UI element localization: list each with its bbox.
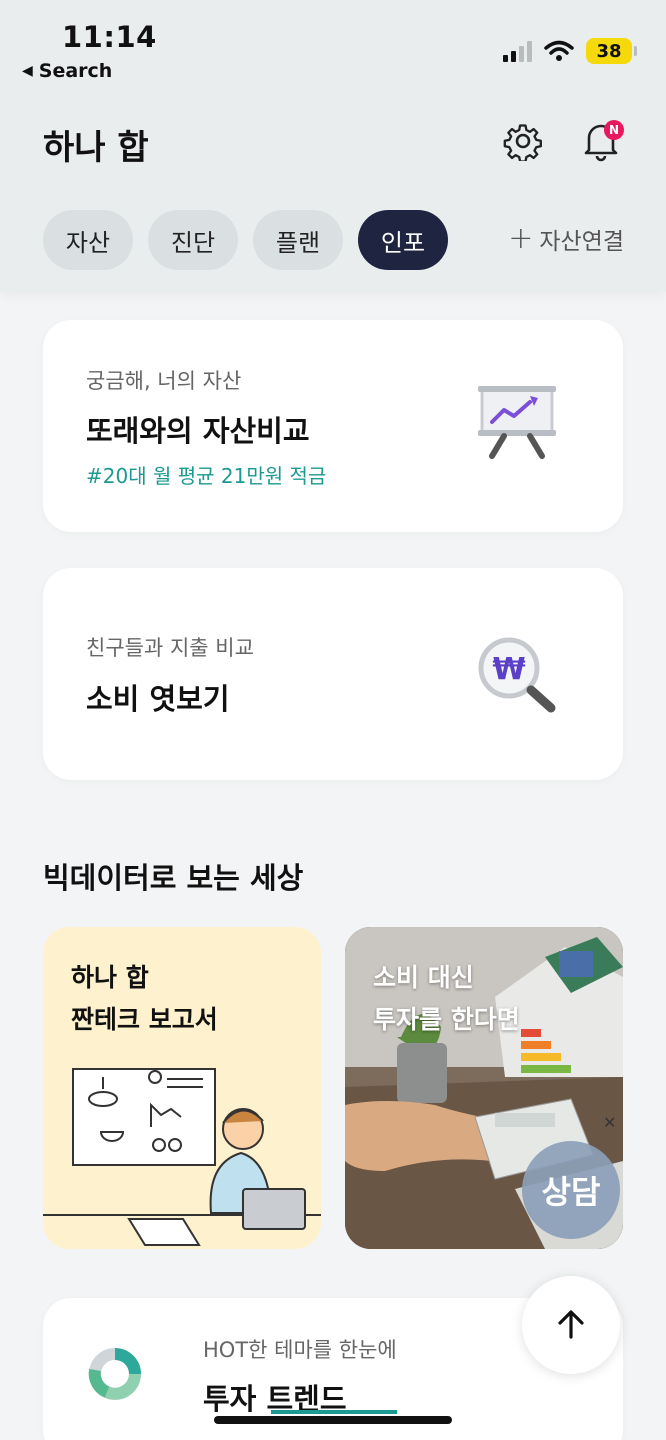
back-to-search[interactable]: ◀ Search xyxy=(22,60,112,82)
tile-line-1: 소비 대신 xyxy=(373,963,474,992)
title-underline xyxy=(271,1410,397,1414)
report-illustration xyxy=(43,1068,321,1246)
svg-text:₩: ₩ xyxy=(492,652,525,687)
tile-line-2: 투자를 한다면 xyxy=(373,1005,520,1034)
app-title: 하나 합 xyxy=(43,128,149,168)
presentation-board-icon xyxy=(478,386,556,459)
spending-peek-card[interactable]: 친구들과 지출 비교 소비 엿보기 ₩ xyxy=(43,568,623,780)
card-title: 소비 엿보기 xyxy=(86,682,230,716)
close-icon[interactable]: ✕ xyxy=(603,1113,616,1132)
notification-button[interactable]: N xyxy=(578,118,624,164)
back-label: Search xyxy=(38,60,113,82)
signal-icon xyxy=(503,40,532,62)
connect-assets-button[interactable]: + 자산연결 xyxy=(508,222,624,256)
plus-icon: + xyxy=(508,221,534,256)
savings-report-tile[interactable]: 하나 합 짠테크 보고서 xyxy=(43,927,321,1249)
section-title: 빅데이터로 보는 세상 xyxy=(43,861,304,895)
tab-plan[interactable]: 플랜 xyxy=(253,210,343,270)
asset-compare-card[interactable]: 궁금해, 너의 자산 또래와의 자산비교 #20대 월 평균 21만원 적금 xyxy=(43,320,623,532)
battery-indicator: 38 xyxy=(586,38,637,64)
back-arrow-icon: ◀ xyxy=(22,63,33,79)
card-subtitle: 궁금해, 너의 자산 xyxy=(86,369,242,393)
connect-label: 자산연결 xyxy=(539,229,624,255)
tab-bar: 자산 진단 플랜 인포 xyxy=(43,210,448,270)
card-hashtag: #20대 월 평균 21만원 적금 xyxy=(86,464,327,488)
notification-badge: N xyxy=(604,120,624,140)
tile-text: 소비 대신 투자를 한다면 xyxy=(373,957,520,1041)
arrow-up-icon xyxy=(558,1310,584,1339)
card-subtitle: 친구들과 지출 비교 xyxy=(86,636,254,660)
tab-diagnosis[interactable]: 진단 xyxy=(148,210,238,270)
consultation-button[interactable]: 상담 xyxy=(522,1141,620,1239)
wifi-icon xyxy=(544,40,574,61)
magnifier-won-icon: ₩ xyxy=(478,637,556,713)
scroll-to-top-button[interactable] xyxy=(522,1276,620,1374)
settings-button[interactable] xyxy=(500,118,546,164)
status-icons: 38 xyxy=(503,38,637,64)
status-time: 11:14 xyxy=(62,20,157,54)
home-indicator xyxy=(214,1416,452,1424)
gear-icon xyxy=(503,124,542,161)
donut-chart-icon xyxy=(88,1348,141,1400)
card-title: 또래와의 자산비교 xyxy=(86,414,310,448)
tab-assets[interactable]: 자산 xyxy=(43,210,133,270)
tab-info[interactable]: 인포 xyxy=(358,210,448,270)
card-subtitle: HOT한 테마를 한눈에 xyxy=(203,1338,397,1362)
